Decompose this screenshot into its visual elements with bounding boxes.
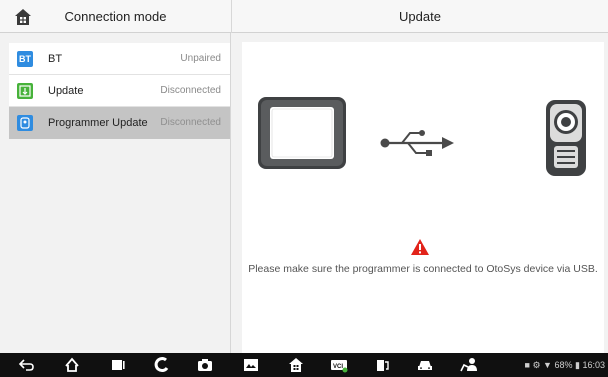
mode-status: Disconnected — [160, 85, 221, 96]
mode-list: BT BT Unpaired Update Disconnected Progr… — [9, 43, 230, 139]
warning-icon — [411, 239, 429, 255]
screen-capture-icon[interactable] — [242, 356, 260, 374]
programmer-icon — [17, 115, 33, 131]
vci-icon[interactable]: VCI — [330, 356, 348, 374]
connection-mode-title: Connection mode — [64, 9, 167, 24]
bluetooth-icon: BT — [17, 51, 33, 67]
top-bar: Connection mode Update — [0, 0, 608, 33]
service-icon[interactable] — [374, 356, 392, 374]
usb-update-icon — [17, 83, 33, 99]
mode-item-bt[interactable]: BT BT Unpaired — [9, 43, 230, 75]
battery-percent: 68% — [554, 360, 573, 370]
browser-icon[interactable] — [153, 356, 171, 374]
battery-icon: ▮ — [575, 360, 580, 370]
mode-status: Disconnected — [160, 117, 221, 128]
mode-label: Update — [48, 85, 84, 97]
mode-label: BT — [48, 53, 63, 65]
system-nav-bar: VCI ■ ⚙ ▼ 68% ▮ 16:03 — [0, 353, 608, 377]
autel-home-icon[interactable] — [287, 356, 305, 374]
camera-icon[interactable] — [196, 356, 214, 374]
svg-text:VCI: VCI — [333, 364, 343, 370]
mode-label: Programmer Update — [48, 117, 148, 129]
update-content-panel: Please make sure the programmer is conne… — [242, 42, 604, 353]
home-icon[interactable] — [63, 356, 81, 374]
back-icon[interactable] — [18, 356, 36, 374]
mode-item-update[interactable]: Update Disconnected — [9, 75, 230, 107]
page-title: Update — [399, 9, 441, 24]
wifi-icon: ▼ — [543, 360, 552, 370]
usb-cable-icon — [380, 130, 454, 156]
mode-status: Unpaired — [180, 53, 221, 64]
recent-apps-icon[interactable] — [108, 356, 126, 374]
message-icon: ■ — [524, 360, 530, 370]
programmer-device-icon — [546, 100, 586, 176]
connection-mode-panel: BT BT Unpaired Update Disconnected Progr… — [0, 33, 231, 353]
connection-instruction-text: Please make sure the programmer is conne… — [248, 263, 598, 275]
remote-expert-icon[interactable] — [460, 356, 478, 374]
mode-item-programmer-update[interactable]: Programmer Update Disconnected — [9, 107, 230, 139]
status-area: ■ ⚙ ▼ 68% ▮ 16:03 — [524, 353, 605, 377]
app-window: Connection mode Update BT BT Unpaired Up… — [0, 0, 608, 377]
car-icon[interactable] — [416, 356, 434, 374]
home-icon[interactable] — [12, 6, 34, 28]
tablet-icon — [258, 97, 346, 169]
settings-icon: ⚙ — [532, 360, 541, 370]
clock: 16:03 — [582, 360, 605, 370]
